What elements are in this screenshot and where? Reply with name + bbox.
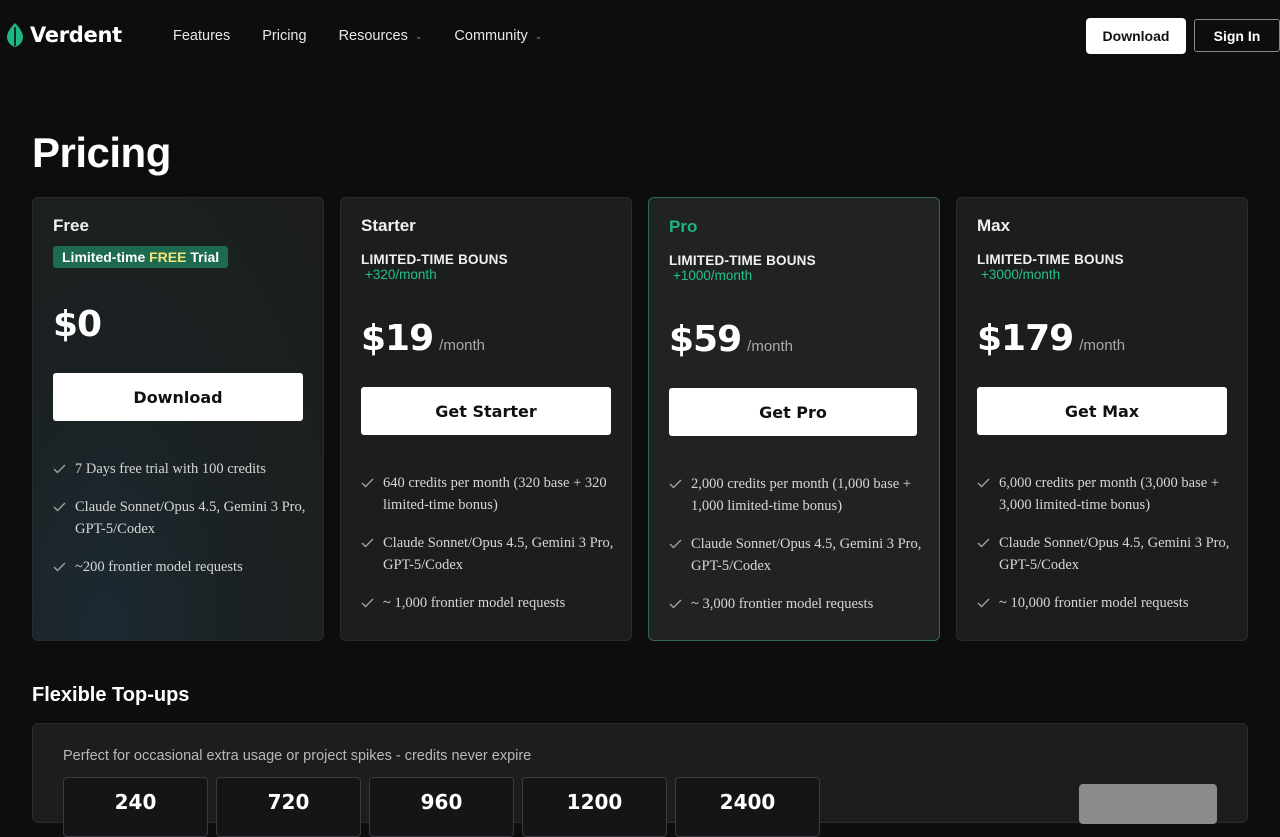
price-period: /month bbox=[439, 337, 486, 354]
topup-option-2400[interactable]: 2400 bbox=[675, 777, 820, 837]
topups-panel: Perfect for occasional extra usage or pr… bbox=[32, 723, 1248, 837]
plan-price: $179 /month bbox=[977, 318, 1125, 359]
check-icon bbox=[361, 532, 375, 554]
feature-item: Claude Sonnet/Opus 4.5, Gemini 3 Pro, GP… bbox=[977, 532, 1232, 576]
topup-option-960[interactable]: 960 bbox=[369, 777, 514, 837]
feature-item: ~ 1,000 frontier model requests bbox=[361, 592, 616, 614]
feature-item: Claude Sonnet/Opus 4.5, Gemini 3 Pro, GP… bbox=[361, 532, 616, 576]
check-icon bbox=[669, 473, 683, 495]
check-icon bbox=[977, 532, 991, 554]
top-nav: Verdent Features Pricing Resources ⌄ Com… bbox=[0, 0, 1280, 72]
leaf-logo-icon bbox=[7, 23, 23, 47]
nav-download-button[interactable]: Download bbox=[1086, 18, 1186, 54]
nav-link-community[interactable]: Community ⌄ bbox=[454, 26, 542, 46]
plan-name: Max bbox=[977, 216, 1011, 235]
feature-item: Claude Sonnet/Opus 4.5, Gemini 3 Pro, GP… bbox=[53, 496, 308, 540]
feature-list: 640 credits per month (320 base + 320 li… bbox=[361, 472, 616, 630]
chevron-down-icon: ⌄ bbox=[414, 31, 423, 41]
check-icon bbox=[53, 556, 67, 578]
feature-item: 7 Days free trial with 100 credits bbox=[53, 458, 308, 480]
check-icon bbox=[977, 592, 991, 614]
nav-link-resources[interactable]: Resources ⌄ bbox=[339, 26, 423, 46]
logo[interactable]: Verdent bbox=[6, 21, 122, 49]
check-icon bbox=[361, 472, 375, 494]
plan-price: $19 /month bbox=[361, 318, 485, 359]
check-icon bbox=[977, 472, 991, 494]
page-title: Pricing bbox=[32, 129, 171, 176]
nav-links: Features Pricing Resources ⌄ Community ⌄ bbox=[173, 26, 542, 46]
feature-list: 2,000 credits per month (1,000 base + 1,… bbox=[669, 473, 924, 631]
check-icon bbox=[669, 533, 683, 555]
plan-name: Pro bbox=[669, 217, 698, 236]
feature-item: ~200 frontier model requests bbox=[53, 556, 308, 578]
feature-item: Claude Sonnet/Opus 4.5, Gemini 3 Pro, GP… bbox=[669, 533, 924, 577]
plan-card-max: Max LIMITED-TIME BOUNS +3000/month $179 … bbox=[956, 197, 1248, 641]
plan-price: $0 bbox=[53, 304, 102, 345]
free-download-button[interactable]: Download bbox=[53, 373, 303, 421]
bonus-value: +1000/month bbox=[673, 268, 753, 283]
feature-item: 2,000 credits per month (1,000 base + 1,… bbox=[669, 473, 924, 517]
plan-name: Starter bbox=[361, 216, 416, 235]
bonus-value: +320/month bbox=[365, 267, 437, 282]
price-period: /month bbox=[1079, 337, 1126, 354]
check-icon bbox=[361, 592, 375, 614]
feature-list: 6,000 credits per month (3,000 base + 3,… bbox=[977, 472, 1232, 630]
bonus-label: LIMITED-TIME BOUNS bbox=[669, 253, 816, 268]
nav-link-pricing[interactable]: Pricing bbox=[262, 26, 306, 46]
topup-option-1200[interactable]: 1200 bbox=[522, 777, 667, 837]
topup-option-720[interactable]: 720 bbox=[216, 777, 361, 837]
plan-price: $59 /month bbox=[669, 319, 793, 360]
bonus-label: LIMITED-TIME BOUNS bbox=[977, 252, 1124, 267]
feature-list: 7 Days free trial with 100 credits Claud… bbox=[53, 458, 308, 594]
get-max-button[interactable]: Get Max bbox=[977, 387, 1227, 435]
bonus-label: LIMITED-TIME BOUNS bbox=[361, 252, 508, 267]
get-pro-button[interactable]: Get Pro bbox=[669, 388, 917, 436]
feature-item: 6,000 credits per month (3,000 base + 3,… bbox=[977, 472, 1232, 516]
check-icon bbox=[53, 496, 67, 518]
brand-name: Verdent bbox=[30, 23, 122, 47]
trial-badge: Limited-time FREE Trial bbox=[53, 246, 229, 268]
topups-title: Flexible Top-ups bbox=[32, 684, 190, 706]
sign-in-button[interactable]: Sign In bbox=[1194, 19, 1280, 52]
topup-option-240[interactable]: 240 bbox=[63, 777, 208, 837]
topups-description: Perfect for occasional extra usage or pr… bbox=[63, 748, 532, 764]
topup-buy-button[interactable] bbox=[1079, 784, 1217, 824]
check-icon bbox=[53, 458, 67, 480]
price-amount: $59 bbox=[669, 319, 742, 360]
price-period: /month bbox=[747, 338, 794, 355]
feature-item: ~ 10,000 frontier model requests bbox=[977, 592, 1232, 614]
price-amount: $179 bbox=[977, 318, 1074, 359]
plan-card-pro: Pro LIMITED-TIME BOUNS +1000/month $59 /… bbox=[648, 197, 940, 641]
check-icon bbox=[669, 593, 683, 615]
nav-link-features[interactable]: Features bbox=[173, 26, 230, 46]
feature-item: 640 credits per month (320 base + 320 li… bbox=[361, 472, 616, 516]
plan-card-free: Free Limited-time FREE Trial $0 Download… bbox=[32, 197, 324, 641]
chevron-down-icon: ⌄ bbox=[534, 31, 543, 41]
plan-card-starter: Starter LIMITED-TIME BOUNS +320/month $1… bbox=[340, 197, 632, 641]
price-amount: $0 bbox=[53, 304, 102, 345]
plan-name: Free bbox=[53, 216, 89, 235]
bonus-value: +3000/month bbox=[981, 267, 1061, 282]
feature-item: ~ 3,000 frontier model requests bbox=[669, 593, 924, 615]
price-amount: $19 bbox=[361, 318, 434, 359]
get-starter-button[interactable]: Get Starter bbox=[361, 387, 611, 435]
